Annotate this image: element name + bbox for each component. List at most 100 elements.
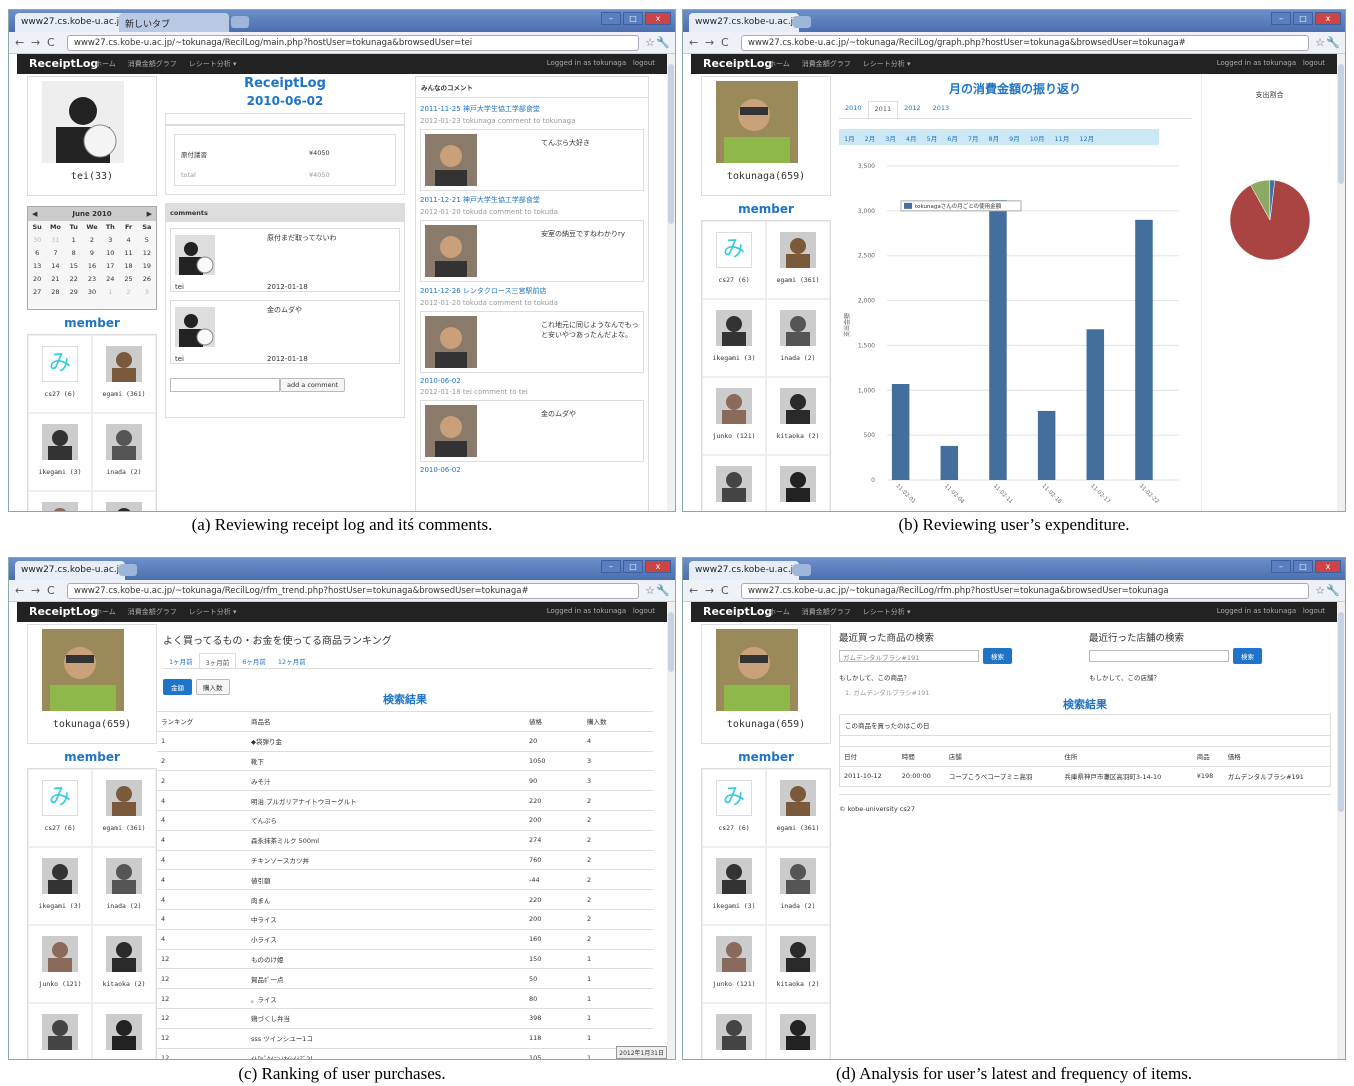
calendar-day[interactable]: 2: [119, 286, 137, 299]
star-icon[interactable]: ☆: [645, 36, 655, 49]
amount-button[interactable]: 金額: [163, 679, 192, 695]
wrench-icon[interactable]: 🔧: [656, 584, 670, 597]
brand[interactable]: ReceiptLog: [29, 605, 98, 618]
minimize-button[interactable]: –: [601, 12, 621, 25]
year-tab[interactable]: 2013: [927, 101, 956, 118]
calendar-day[interactable]: 31: [46, 234, 64, 247]
member-card[interactable]: maruo (17): [92, 1003, 156, 1059]
feed-link[interactable]: 2011-12-21 神戸大学生協工学部食堂: [420, 195, 644, 205]
month-tab[interactable]: 7月: [963, 129, 984, 145]
browser-tab[interactable]: www27.cs.kobe-u.ac.jp/~toku: [15, 13, 125, 32]
minimize-button[interactable]: –: [601, 560, 621, 573]
calendar-day[interactable]: 17: [101, 260, 119, 273]
bar[interactable]: [1135, 219, 1153, 481]
reload-icon[interactable]: C: [721, 584, 729, 597]
minimize-button[interactable]: –: [1271, 560, 1291, 573]
calendar-day[interactable]: 28: [46, 286, 64, 299]
url-field[interactable]: www27.cs.kobe-u.ac.jp/~tokunaga/RecilLog…: [741, 583, 1309, 599]
calendar-day[interactable]: 3: [101, 234, 119, 247]
comment-user[interactable]: tei: [175, 355, 184, 363]
prev-month-icon[interactable]: ◀: [32, 207, 37, 221]
calendar-day[interactable]: 25: [119, 273, 137, 286]
member-card[interactable]: egami (361): [92, 335, 156, 413]
brand[interactable]: ReceiptLog: [703, 605, 772, 618]
forward-icon[interactable]: →: [31, 584, 40, 597]
month-tab[interactable]: 4月: [901, 129, 922, 145]
member-card[interactable]: maruo (17): [766, 1003, 830, 1059]
bar[interactable]: [940, 445, 959, 480]
comment-user[interactable]: tei: [175, 283, 184, 291]
calendar-day[interactable]: 21: [46, 273, 64, 286]
nav-home[interactable]: ホーム: [769, 59, 790, 69]
back-icon[interactable]: ←: [15, 584, 24, 597]
logout-link[interactable]: logout: [1303, 607, 1325, 615]
calendar-day[interactable]: 15: [65, 260, 83, 273]
star-icon[interactable]: ☆: [1315, 584, 1325, 597]
calendar-day[interactable]: 26: [138, 273, 156, 286]
back-icon[interactable]: ←: [689, 584, 698, 597]
member-card[interactable]: egami (361): [92, 769, 156, 847]
member-card[interactable]: み cs27 (6): [702, 769, 766, 847]
maximize-button[interactable]: □: [623, 560, 643, 573]
logout-link[interactable]: logout: [633, 59, 655, 67]
bar[interactable]: [989, 200, 1007, 480]
period-tab[interactable]: 1ヶ月前: [163, 653, 199, 668]
new-tab-button[interactable]: [119, 564, 137, 576]
nav-graph[interactable]: 消費金額グラフ: [128, 59, 177, 69]
calendar-day[interactable]: 1: [65, 234, 83, 247]
calendar-day[interactable]: 24: [101, 273, 119, 286]
member-card[interactable]: egami (361): [766, 221, 830, 299]
member-card[interactable]: junko (121): [28, 925, 92, 1003]
member-card[interactable]: kitaoka (2): [766, 377, 830, 455]
forward-icon[interactable]: →: [705, 584, 714, 597]
member-card[interactable]: inada (2): [766, 847, 830, 925]
calendar-day[interactable]: 29: [65, 286, 83, 299]
store-search-input[interactable]: [1089, 650, 1229, 662]
minimize-button[interactable]: –: [1271, 12, 1291, 25]
period-tab[interactable]: 6ヶ月前: [236, 653, 272, 668]
month-tab[interactable]: 1月: [839, 129, 860, 145]
maximize-button[interactable]: □: [1293, 12, 1313, 25]
logout-link[interactable]: logout: [633, 607, 655, 615]
close-button[interactable]: x: [1315, 560, 1341, 573]
calendar-day[interactable]: 30: [83, 286, 101, 299]
nav-graph[interactable]: 消費金額グラフ: [802, 59, 851, 69]
scrollbar[interactable]: [667, 602, 675, 1059]
forward-icon[interactable]: →: [31, 36, 40, 49]
bar[interactable]: [1086, 329, 1105, 480]
calendar-day[interactable]: 1: [101, 286, 119, 299]
calendar-day[interactable]: 10: [101, 247, 119, 260]
reload-icon[interactable]: C: [721, 36, 729, 49]
nav-analysis[interactable]: レシート分析 ▾: [189, 59, 237, 69]
year-tab[interactable]: 2011: [867, 101, 899, 118]
calendar-day[interactable]: 11: [119, 247, 137, 260]
calendar-day[interactable]: 5: [138, 234, 156, 247]
new-tab-button[interactable]: [231, 16, 249, 28]
nav-home[interactable]: ホーム: [95, 607, 116, 617]
calendar-day[interactable]: 19: [138, 260, 156, 273]
calendar-day[interactable]: 27: [28, 286, 46, 299]
month-tab[interactable]: 3月: [880, 129, 901, 145]
url-field[interactable]: www27.cs.kobe-u.ac.jp/~tokunaga/RecilLog…: [741, 35, 1309, 51]
member-card[interactable]: kitaoka (2): [92, 491, 156, 511]
calendar-day[interactable]: 20: [28, 273, 46, 286]
member-card[interactable]: inada (2): [766, 299, 830, 377]
calendar-day[interactable]: 12: [138, 247, 156, 260]
calendar-day[interactable]: 4: [119, 234, 137, 247]
member-card[interactable]: kitaoka (2): [92, 925, 156, 1003]
brand[interactable]: ReceiptLog: [703, 57, 772, 70]
year-tab[interactable]: 2012: [898, 101, 927, 118]
close-button[interactable]: x: [645, 12, 671, 25]
month-tab[interactable]: 9月: [1004, 129, 1025, 145]
calendar-day[interactable]: 8: [65, 247, 83, 260]
scrollbar[interactable]: [667, 54, 675, 511]
item-search-button[interactable]: 検索: [983, 648, 1012, 664]
new-tab-button[interactable]: [793, 564, 811, 576]
logout-link[interactable]: logout: [1303, 59, 1325, 67]
browser-tab[interactable]: www27.cs.kobe-u.ac.jp/~toku: [689, 561, 799, 580]
calendar-day[interactable]: 9: [83, 247, 101, 260]
month-tab[interactable]: 8月: [983, 129, 1004, 145]
member-card[interactable]: み cs27 (6): [28, 769, 92, 847]
member-card[interactable]: inada (2): [92, 847, 156, 925]
member-card[interactable]: kitaoka (2): [766, 925, 830, 1003]
